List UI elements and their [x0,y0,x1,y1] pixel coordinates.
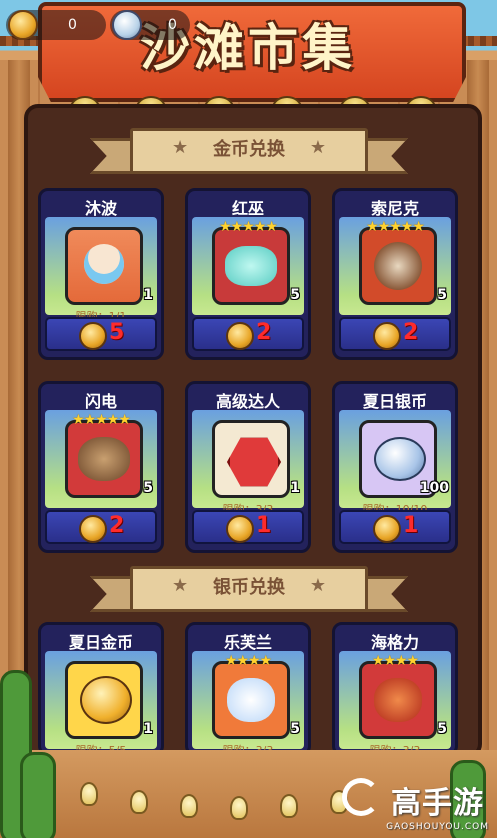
item-quantity: 1 [290,480,300,496]
silver-currency-counter[interactable]: 0 [110,10,190,40]
lefulan-avatar-icon [212,661,290,739]
star-rating: ★★★★★ [219,219,278,235]
watermark-url: GAOSHOUYOU.COM [386,822,489,832]
item-quantity: 5 [290,287,300,303]
item-name: 乐芙兰 [223,633,272,652]
buy-button[interactable]: 2 [339,317,451,351]
mubo-avatar-icon [65,227,143,305]
silver-section-header: ★ ★ 银币兑换 [90,566,408,612]
buy-button[interactable]: 2 [45,510,157,544]
gold-shell-icon [373,322,401,350]
shop-item-card[interactable]: 高级达人 1 限购：3/3 1 [185,381,311,553]
item-quantity: 5 [437,287,447,303]
bulb-icon [280,794,298,818]
shop-item-card[interactable]: 沐波 1 限购：1/1 5 [38,188,164,360]
item-quantity: 5 [143,480,153,496]
item-quantity: 1 [143,721,153,737]
buy-button[interactable]: 1 [192,510,304,544]
item-price: 1 [403,513,419,538]
bulb-icon [80,782,98,806]
item-name: 红巫 [231,199,264,218]
item-price: 2 [256,320,272,345]
silver-shell-icon [112,10,142,40]
shop-item-card[interactable]: 乐芙兰 ★★★★ 5 限购：3/3 [185,622,311,756]
star-rating: ★★★★ [224,653,272,669]
gold-currency-counter[interactable]: 0 [6,10,106,40]
shop-screen: 沙滩市集 0 0 ★ ★ 金币兑换 沐波 1 限购：1/1 5 [0,0,497,838]
bulb-icon [130,790,148,814]
item-name: 沐波 [84,199,117,218]
buy-button[interactable]: 1 [339,510,451,544]
item-name: 高级达人 [215,392,280,411]
item-name: 闪电 [84,392,117,411]
shop-item-card[interactable]: 红巫 ★★★★★ 5 2 [185,188,311,360]
shop-item-card[interactable]: 夏日银币 100 限购：10/10 1 [332,381,458,553]
star-rating: ★★★★★ [366,219,425,235]
buy-button[interactable]: 2 [192,317,304,351]
item-price: 1 [256,513,272,538]
shandian-avatar-icon [65,420,143,498]
shop-item-card[interactable]: 夏日金币 1 限购：5/5 [38,622,164,756]
gold-shell-icon [65,661,143,739]
suonike-avatar-icon [359,227,437,305]
expert-badge-icon [212,420,290,498]
bulb-icon [230,796,248,820]
silver-section-label: 银币兑换 [213,577,285,598]
silver-amount: 0 [168,17,177,33]
shop-item-card[interactable]: 索尼克 ★★★★★ 5 2 [332,188,458,360]
gold-shell-icon [226,515,254,543]
bulb-icon [180,794,198,818]
item-price: 2 [403,320,419,345]
item-quantity: 5 [290,721,300,737]
item-name: 海格力 [370,633,419,652]
buy-button[interactable]: 5 [45,317,157,351]
item-price: 2 [109,513,125,538]
item-quantity: 5 [437,721,447,737]
cactus-icon [20,752,56,838]
star-rating: ★★★★★ [72,412,131,428]
item-name: 索尼克 [370,199,419,218]
shop-item-card[interactable]: 海格力 ★★★★ 5 限购：3/3 [332,622,458,756]
star-rating: ★★★★ [371,653,419,669]
gold-shell-icon [79,322,107,350]
gold-section-header: ★ ★ 金币兑换 [90,128,408,174]
gold-amount: 0 [68,17,77,33]
item-name: 夏日金币 [68,633,133,652]
gaoshouyou-logo-icon [342,778,381,816]
haigeli-avatar-icon [359,661,437,739]
gold-section-label: 金币兑换 [213,139,285,160]
gold-shell-icon [226,322,254,350]
watermark-text: 高手游 [391,786,485,821]
shop-item-card[interactable]: 闪电 ★★★★★ 5 2 [38,381,164,553]
watermark: 高手游 GAOSHOUYOU.COM [342,778,489,832]
item-name: 夏日银币 [362,392,427,411]
gold-shell-icon [79,515,107,543]
gold-shell-icon [8,10,38,40]
hongwu-avatar-icon [212,227,290,305]
item-price: 5 [109,320,125,345]
item-quantity: 1 [143,287,153,303]
gold-shell-icon [373,515,401,543]
item-quantity: 100 [419,480,449,496]
